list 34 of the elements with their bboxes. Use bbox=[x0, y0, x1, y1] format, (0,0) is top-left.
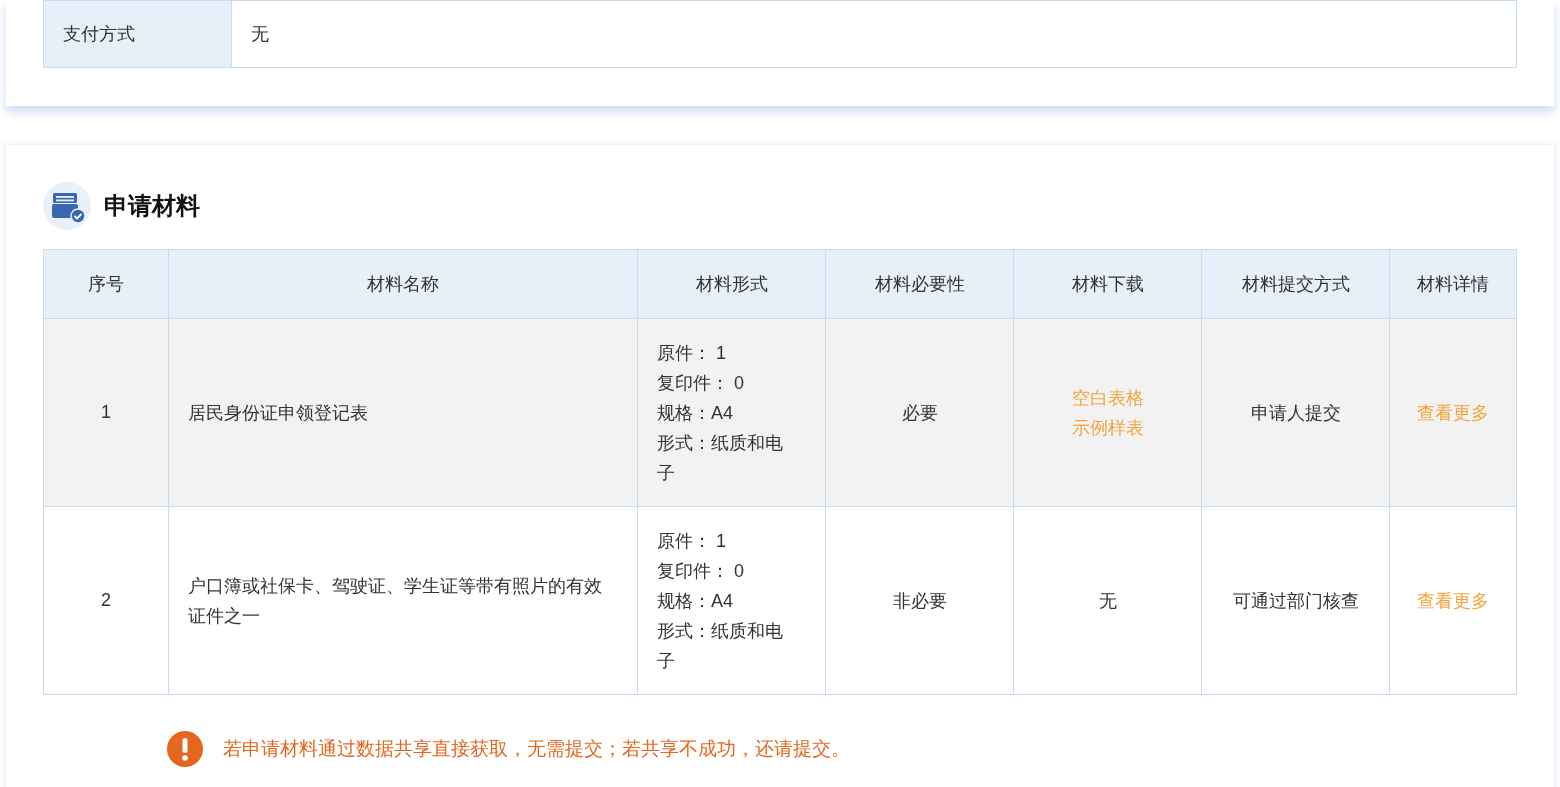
warning-icon bbox=[167, 731, 203, 767]
table-cell: 2 bbox=[43, 506, 169, 695]
material-form-line: 规格：A4 bbox=[657, 589, 735, 613]
column-header: 材料必要性 bbox=[825, 249, 1014, 319]
table-cell: 非必要 bbox=[825, 506, 1014, 695]
download-link[interactable]: 示例样表 bbox=[1071, 417, 1144, 438]
material-form-line: 复印件： 0 bbox=[657, 559, 745, 583]
column-header: 材料形式 bbox=[637, 249, 826, 319]
column-header: 材料提交方式 bbox=[1201, 249, 1390, 319]
view-more-link[interactable]: 查看更多 bbox=[1417, 590, 1489, 611]
table-cell: 必要 bbox=[825, 318, 1014, 507]
material-form-line: 原件： 1 bbox=[657, 341, 727, 365]
download-link[interactable]: 空白表格 bbox=[1071, 387, 1144, 408]
table-cell-text: 无 bbox=[1098, 590, 1117, 611]
section-title: 申请材料 bbox=[104, 191, 200, 221]
material-form-line: 规格：A4 bbox=[657, 401, 735, 425]
material-form-line: 原件： 1 bbox=[657, 529, 727, 553]
table-cell: 申请人提交 bbox=[1201, 318, 1390, 507]
material-form-line: 形式：纸质和电子 bbox=[657, 619, 784, 673]
table-cell: 居民身份证申领登记表 bbox=[168, 318, 638, 507]
table-cell: 1 bbox=[43, 318, 169, 507]
view-more-link[interactable]: 查看更多 bbox=[1417, 402, 1489, 423]
column-header: 材料详情 bbox=[1389, 249, 1517, 319]
material-form-line: 复印件： 0 bbox=[657, 371, 745, 395]
column-header: 材料名称 bbox=[168, 249, 638, 319]
material-form-line: 形式：纸质和电子 bbox=[657, 431, 784, 485]
document-check-icon bbox=[43, 182, 91, 230]
notice-text: 若申请材料通过数据共享直接获取，无需提交；若共享不成功，还请提交。 bbox=[223, 737, 850, 761]
table-cell: 支付方式 bbox=[43, 0, 232, 68]
column-header: 序号 bbox=[43, 249, 169, 319]
table-cell: 无 bbox=[231, 0, 1517, 68]
column-header: 材料下载 bbox=[1013, 249, 1202, 319]
table-cell: 户口簿或社保卡、驾驶证、学生证等带有照片的有效证件之一 bbox=[168, 506, 638, 695]
table-cell: 可通过部门核查 bbox=[1201, 506, 1390, 695]
